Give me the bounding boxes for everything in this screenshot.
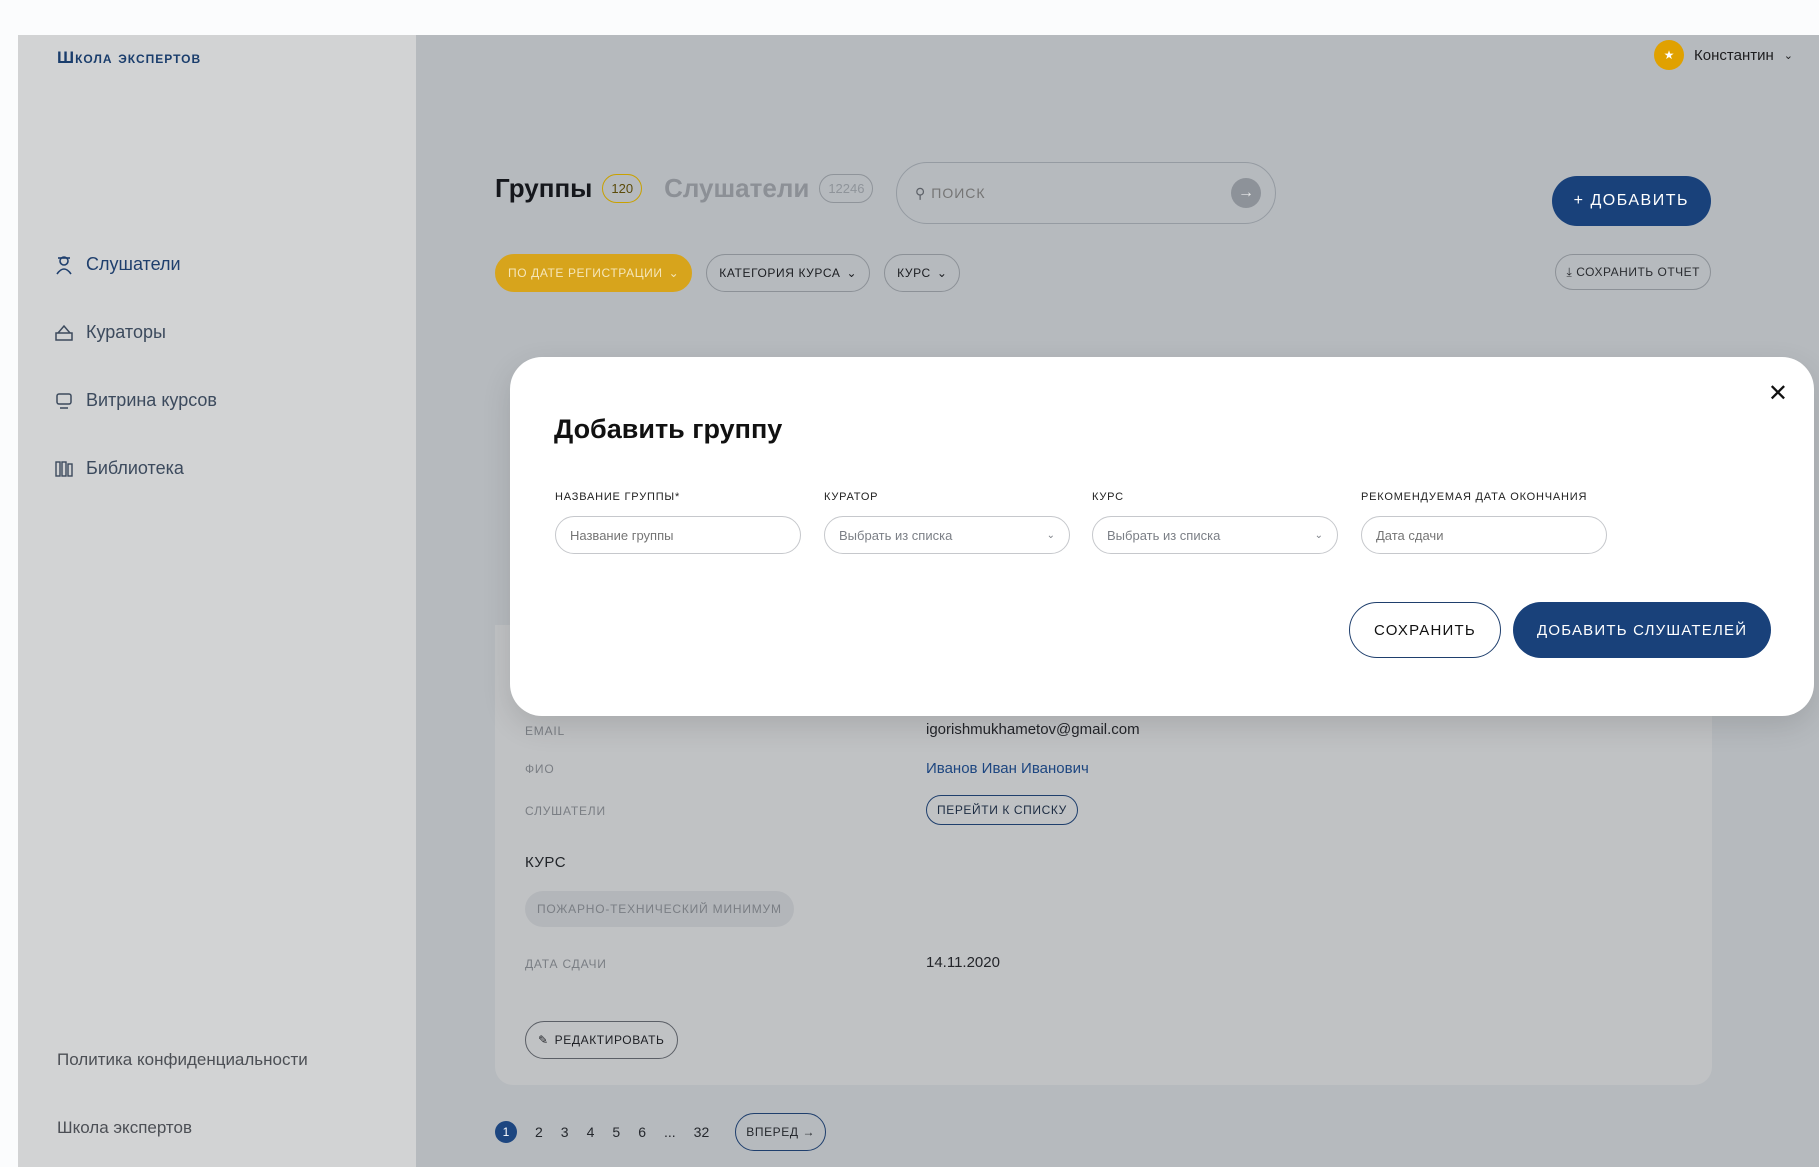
save-report-button[interactable]: ⤓ СОХРАНИТЬ ОТЧЕТ: [1555, 254, 1711, 290]
sidebar: Школа экспертов Слушатели Кураторы Витри…: [18, 35, 416, 1167]
courses-icon: [54, 391, 74, 411]
sidebar-item-library[interactable]: Библиотека: [54, 458, 184, 479]
course-select[interactable]: Выбрать из списка ⌄: [1092, 516, 1338, 554]
avatar: ★: [1654, 40, 1685, 70]
chevron-down-icon: ⌄: [1314, 529, 1323, 541]
end-date-box: [1361, 516, 1607, 554]
group-name-label: НАЗВАНИЕ ГРУППЫ*: [555, 491, 681, 503]
course-tag: ПОЖАРНО-ТЕХНИЧЕСКИЙ МИНИМУМ: [525, 891, 794, 927]
students-count-badge: 12246: [819, 174, 874, 203]
school-link[interactable]: Школа экспертов: [57, 1118, 192, 1138]
chevron-down-icon: ⌄: [1783, 49, 1793, 62]
edit-label: РЕДАКТИРОВАТЬ: [554, 1033, 665, 1047]
save-report-label: СОХРАНИТЬ ОТЧЕТ: [1576, 265, 1700, 279]
fio-label: ФИО: [525, 762, 555, 776]
email-label: EMAIL: [525, 724, 566, 738]
group-name-input[interactable]: [570, 527, 786, 543]
search-icon: ⚲: [915, 184, 926, 201]
add-students-button[interactable]: ДОБАВИТЬ СЛУШАТЕЛЕЙ: [1513, 602, 1772, 658]
library-icon: [54, 459, 74, 479]
chevron-down-icon: ⌄: [936, 266, 948, 280]
curator-field: КУРАТОР Выбрать из списка ⌄: [824, 491, 1070, 554]
tabs: Группы 120 Слушатели 12246: [495, 173, 874, 204]
next-page-button[interactable]: ВПЕРЕД →: [735, 1113, 827, 1151]
curator-select[interactable]: Выбрать из списка ⌄: [824, 516, 1070, 554]
course-section-title: КУРС: [525, 854, 567, 871]
user-name: Константин: [1694, 46, 1774, 64]
sidebar-item-course-showcase[interactable]: Витрина курсов: [54, 390, 217, 411]
sidebar-item-label: Витрина курсов: [86, 390, 217, 410]
page-1[interactable]: 1: [495, 1121, 517, 1143]
end-date-label: РЕКОМЕНДУЕМАЯ ДАТА ОКОНЧАНИЯ: [1361, 491, 1588, 503]
page-4[interactable]: 4: [587, 1124, 595, 1140]
students-icon: [54, 255, 74, 275]
curator-label: КУРАТОР: [824, 491, 879, 503]
fio-value[interactable]: Иванов Иван Иванович: [926, 760, 1089, 777]
edit-button[interactable]: ✎ РЕДАКТИРОВАТЬ: [525, 1021, 678, 1059]
sidebar-item-label: Библиотека: [86, 458, 184, 478]
search-bar: ⚲ →: [896, 162, 1276, 224]
page-5[interactable]: 5: [612, 1124, 620, 1140]
brand-logo[interactable]: Школа экспертов: [57, 48, 201, 68]
filter-registration-date[interactable]: ПО ДАТЕ РЕГИСТРАЦИИ ⌄: [495, 254, 693, 292]
end-date-input[interactable]: [1376, 527, 1592, 543]
course-label: КУРС: [1092, 491, 1124, 503]
page-6[interactable]: 6: [638, 1124, 646, 1140]
search-submit-arrow-icon[interactable]: →: [1231, 178, 1261, 208]
sidebar-item-curators[interactable]: Кураторы: [54, 322, 166, 343]
page-3[interactable]: 3: [561, 1124, 569, 1140]
search-input[interactable]: [931, 185, 1231, 201]
close-icon[interactable]: ✕: [1768, 379, 1788, 408]
modal-title: Добавить группу: [554, 414, 783, 444]
sidebar-item-label: Слушатели: [86, 254, 181, 274]
tab-groups[interactable]: Группы: [495, 173, 592, 204]
group-name-box: [555, 516, 801, 554]
email-value: igorishmukhametov@gmail.com: [926, 721, 1140, 738]
page-32[interactable]: 32: [694, 1124, 710, 1140]
filter-label: КУРС: [897, 266, 931, 280]
tab-students[interactable]: Слушатели: [664, 173, 809, 204]
app-frame: Школа экспертов Слушатели Кураторы Витри…: [18, 35, 1819, 1167]
page-2[interactable]: 2: [535, 1124, 543, 1140]
course-field: КУРС Выбрать из списка ⌄: [1092, 491, 1338, 554]
filter-course-category[interactable]: КАТЕГОРИЯ КУРСА ⌄: [706, 254, 871, 292]
chevron-down-icon: ⌄: [846, 266, 858, 280]
date-value: 14.11.2020: [926, 954, 1000, 971]
download-icon: ⤓: [1566, 264, 1573, 279]
save-button[interactable]: СОХРАНИТЬ: [1349, 602, 1501, 658]
course-placeholder: Выбрать из списка: [1107, 527, 1221, 543]
add-group-modal: ✕ Добавить группу НАЗВАНИЕ ГРУППЫ* КУРАТ…: [510, 357, 1814, 716]
go-to-list-button[interactable]: ПЕРЕЙТИ К СПИСКУ: [926, 795, 1078, 825]
filter-course[interactable]: КУРС ⌄: [884, 254, 961, 292]
filters-bar: ПО ДАТЕ РЕГИСТРАЦИИ ⌄ КАТЕГОРИЯ КУРСА ⌄ …: [495, 254, 961, 292]
students-label: СЛУШАТЕЛИ: [525, 804, 606, 818]
add-button[interactable]: + ДОБАВИТЬ: [1551, 176, 1711, 226]
chevron-down-icon: ⌄: [1046, 529, 1055, 541]
page-ellipsis: ...: [663, 1124, 676, 1140]
end-date-field: РЕКОМЕНДУЕМАЯ ДАТА ОКОНЧАНИЯ: [1361, 491, 1607, 554]
pagination: 1 2 3 4 5 6 ... 32 ВПЕРЕД →: [495, 1113, 827, 1151]
sidebar-item-students[interactable]: Слушатели: [54, 254, 181, 275]
privacy-policy-link[interactable]: Политика конфиденциальности: [57, 1050, 308, 1070]
chevron-down-icon: ⌄: [668, 266, 680, 280]
filter-label: ПО ДАТЕ РЕГИСТРАЦИИ: [508, 266, 663, 280]
user-menu[interactable]: ★ Константин ⌄: [1654, 40, 1793, 70]
pencil-icon: ✎: [538, 1033, 549, 1047]
curators-icon: [54, 323, 74, 343]
curator-placeholder: Выбрать из списка: [839, 527, 953, 543]
group-name-field: НАЗВАНИЕ ГРУППЫ*: [555, 491, 801, 554]
date-label: ДАТА СДАЧИ: [525, 957, 607, 971]
groups-count-badge: 120: [602, 174, 643, 203]
filter-label: КАТЕГОРИЯ КУРСА: [719, 266, 841, 280]
sidebar-item-label: Кураторы: [86, 322, 166, 342]
